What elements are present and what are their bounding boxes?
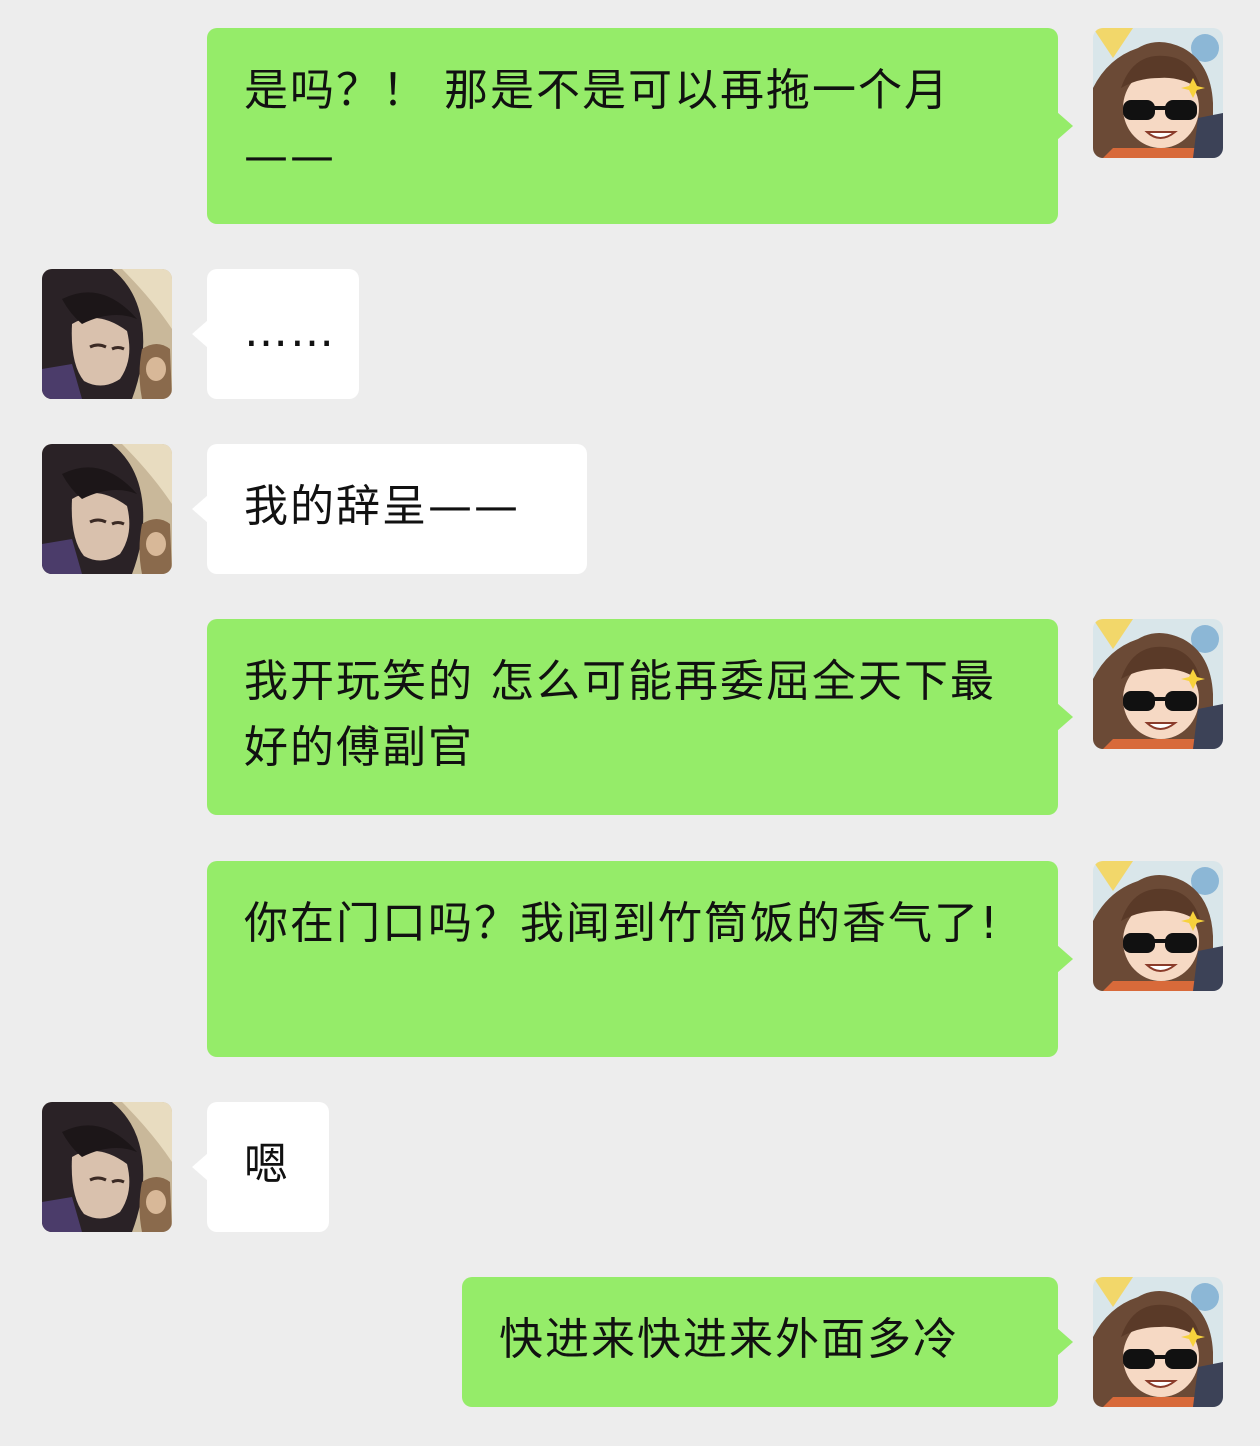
- contact-avatar[interactable]: [42, 444, 172, 574]
- contact-message-bubble[interactable]: 嗯: [192, 1102, 329, 1232]
- message-text: 是吗？！ 那是不是可以再拖一个月——: [244, 65, 950, 182]
- dark-haired-man-avatar-icon: [42, 444, 172, 574]
- message-text: 快进来快进来外面多冷: [499, 1314, 959, 1365]
- chibi-sunglasses-avatar-icon: [1093, 1277, 1223, 1407]
- dark-haired-man-avatar-icon: [42, 1102, 172, 1232]
- my-avatar[interactable]: [1093, 28, 1223, 158]
- contact-message-bubble[interactable]: 我的辞呈——: [192, 444, 587, 574]
- message-row: 我开玩笑的 怎么可能再委屈全天下最好的傅副官: [0, 619, 1260, 815]
- chibi-sunglasses-avatar-icon: [1093, 861, 1223, 991]
- my-avatar[interactable]: [1093, 861, 1223, 991]
- message-row: 嗯: [0, 1102, 1260, 1232]
- message-row: 是吗？！ 那是不是可以再拖一个月——: [0, 28, 1260, 224]
- my-avatar[interactable]: [1093, 1277, 1223, 1407]
- message-row: ……: [0, 269, 1260, 399]
- my-message-bubble[interactable]: 你在门口吗？我闻到竹筒饭的香气了!: [207, 861, 1073, 1057]
- message-text: 我的辞呈——: [244, 481, 520, 532]
- my-avatar[interactable]: [1093, 619, 1223, 749]
- message-row: 快进来快进来外面多冷: [0, 1277, 1260, 1407]
- contact-avatar[interactable]: [42, 1102, 172, 1232]
- my-message-bubble[interactable]: 是吗？！ 那是不是可以再拖一个月——: [207, 28, 1073, 224]
- contact-message-bubble[interactable]: ……: [192, 269, 359, 399]
- message-row: 你在门口吗？我闻到竹筒饭的香气了!: [0, 861, 1260, 1057]
- message-text: 我开玩笑的 怎么可能再委屈全天下最好的傅副官: [244, 656, 996, 773]
- dark-haired-man-avatar-icon: [42, 269, 172, 399]
- message-text: 嗯: [244, 1139, 290, 1190]
- message-text: ……: [244, 306, 336, 357]
- chat-screen: { "colors": { "background": "#ededed", "…: [0, 0, 1260, 1446]
- contact-avatar[interactable]: [42, 269, 172, 399]
- message-text: 你在门口吗？我闻到竹筒饭的香气了!: [244, 898, 1000, 949]
- message-row: 我的辞呈——: [0, 444, 1260, 574]
- my-message-bubble[interactable]: 我开玩笑的 怎么可能再委屈全天下最好的傅副官: [207, 619, 1073, 815]
- chibi-sunglasses-avatar-icon: [1093, 619, 1223, 749]
- chibi-sunglasses-avatar-icon: [1093, 28, 1223, 158]
- my-message-bubble[interactable]: 快进来快进来外面多冷: [462, 1277, 1073, 1407]
